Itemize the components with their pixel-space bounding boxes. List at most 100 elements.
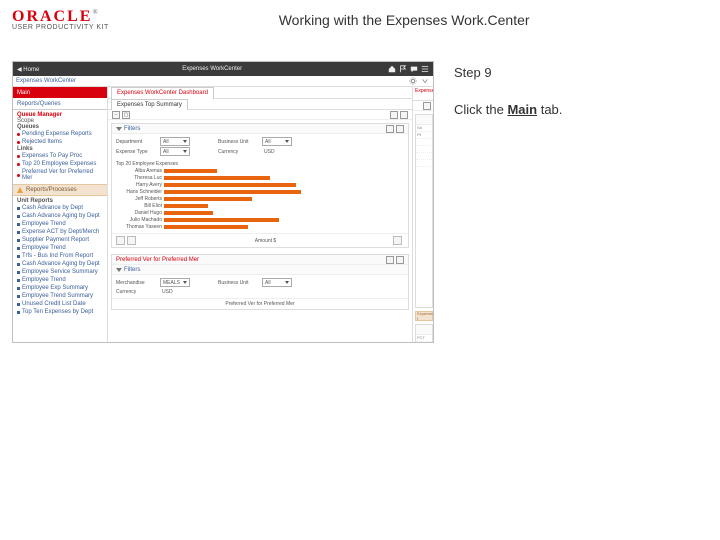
bullet-icon <box>17 155 20 158</box>
f-currency-label: Currency <box>218 149 258 155</box>
f-currency2-value: USD <box>160 288 188 295</box>
sidebar-item[interactable]: Supplier Payment Report <box>17 236 103 244</box>
f-bu2-label: Business Unit <box>218 280 258 286</box>
sidebar-item[interactable]: Rejected Items <box>17 138 103 146</box>
filters2-header[interactable]: Filters <box>112 265 408 275</box>
sidebar-item[interactable]: Expenses To Pay Proc <box>17 152 103 160</box>
f-exptype-select[interactable]: All <box>160 147 190 156</box>
f-merch-select[interactable]: MEALS <box>160 278 190 287</box>
chart-bar-row: Julio Machado <box>116 217 404 223</box>
sidebar-item-label: Unused Credit List Date <box>22 301 86 307</box>
sidebar-item[interactable]: Preferred Ver for Preferred Mer <box>17 168 103 182</box>
bullet-icon <box>17 263 20 266</box>
step-label: Step 9 <box>454 61 562 84</box>
top20-chart: Top 20 Employee Expenses Alba ArenasTher… <box>112 159 408 233</box>
dashboard-subtabs: Expenses Top Summary <box>108 99 412 110</box>
bullet-icon <box>17 133 20 136</box>
warning-icon <box>17 187 23 193</box>
sidebar-item-label: Employee Trend <box>22 221 66 227</box>
sidebar-item[interactable]: Cash Advance Aging by Dept <box>17 260 103 268</box>
f-bu-select[interactable]: All <box>262 137 292 146</box>
chart-bar-row: Daniel Hugo <box>116 210 404 216</box>
sidebar-item[interactable]: Pending Expense Reports <box>17 130 103 138</box>
panel-settings-icon[interactable] <box>386 125 394 133</box>
sidebar-item[interactable]: Cash Advance Aging by Dept <box>17 212 103 220</box>
sidebar-item-label: Top Ten Expenses by Dept <box>22 309 93 315</box>
chart-bar <box>164 204 208 208</box>
bullet-icon <box>17 239 20 242</box>
gear-icon[interactable] <box>409 77 417 85</box>
filters-header[interactable]: Filters <box>112 124 408 134</box>
table-icon[interactable] <box>127 236 136 245</box>
sidebar-item[interactable]: Unused Credit List Date <box>17 300 103 308</box>
filters-body: Department All Business Unit All Expense… <box>112 134 408 159</box>
home-icon[interactable] <box>388 65 396 73</box>
panel-expand-icon[interactable] <box>396 256 404 264</box>
panel2-footer: Preferred Ver for Preferred Mer <box>112 298 408 309</box>
sidebar-item-label: Employee Service Summary <box>22 269 98 275</box>
flag-icon[interactable] <box>399 65 407 73</box>
bullet-icon <box>17 247 20 250</box>
f-merch-value: MEALS <box>163 280 180 286</box>
tab-main[interactable]: Main <box>13 87 107 98</box>
sidebar-item-label: Top 20 Employee Expenses <box>22 161 96 167</box>
sidebar-item[interactable]: Cash Advance by Dept <box>17 204 103 212</box>
center-panel: Expenses WorkCenter Dashboard Expenses T… <box>108 87 412 343</box>
chart-category: Alba Arenas <box>116 168 164 174</box>
reports-processes-divider[interactable]: Reports/Processes <box>13 184 107 196</box>
rstrip-badge: Expenses t <box>415 311 433 321</box>
f-bu2-select[interactable]: All <box>262 278 292 287</box>
panel-expand-icon[interactable] <box>396 125 404 133</box>
sidebar-item-label: Expense ACT by Dept/Merch <box>22 229 99 235</box>
tab-dashboard[interactable]: Expenses WorkCenter Dashboard <box>111 87 214 99</box>
sidebar-item-label: Preferred Ver for Preferred Mer <box>22 169 103 181</box>
more-button[interactable] <box>400 111 408 119</box>
chevron-down-icon[interactable] <box>421 77 429 85</box>
chart-bar <box>164 176 270 180</box>
rstrip-gear-icon[interactable] <box>423 102 431 110</box>
chevron-down-icon <box>183 281 187 284</box>
menu-icon[interactable] <box>421 65 429 73</box>
tab-top-summary[interactable]: Expenses Top Summary <box>111 99 188 110</box>
chart-title: Top 20 Employee Expenses <box>116 161 404 167</box>
preferred-panel-label: Preferred Ver for Preferred Mer <box>116 257 199 263</box>
breadcrumb[interactable]: Expenses WorkCenter <box>16 78 76 84</box>
home-link[interactable]: ◀ Home <box>17 66 39 73</box>
sidebar-item[interactable]: Employee Exp Summary <box>17 284 103 292</box>
zoom-icon[interactable] <box>393 236 402 245</box>
sidebar-item[interactable]: Employee Trend Summary <box>17 292 103 300</box>
export-icon[interactable] <box>116 236 125 245</box>
expand-button[interactable]: ▢ <box>122 111 130 119</box>
panel-settings-icon[interactable] <box>386 256 394 264</box>
f-currency2-label: Currency <box>116 289 156 295</box>
oracle-subbrand: USER PRODUCTIVITY KIT <box>12 24 109 31</box>
rstrip-line <box>416 146 432 153</box>
f-bu-value: All <box>265 139 271 145</box>
collapse-button[interactable]: − <box>112 111 120 119</box>
sidebar-item[interactable]: Employee Trend <box>17 244 103 252</box>
bullet-icon <box>17 223 20 226</box>
sidebar-item[interactable]: Trfs - Bus Ind From Report <box>17 252 103 260</box>
collapse-icon <box>116 127 122 131</box>
chart-bar-row: Harry Avery <box>116 182 404 188</box>
tab-reports[interactable]: Reports/Queries <box>13 98 107 110</box>
f-department-select[interactable]: All <box>160 137 190 146</box>
top20-panel: Filters Department All Business Unit All <box>111 123 409 248</box>
sidebar-item[interactable]: Employee Trend <box>17 220 103 228</box>
right-strip: Expense SaFil Expenses t PCT <box>412 87 433 343</box>
chart-category: Hans Schneider <box>116 189 164 195</box>
f-exptype-label: Expense Type <box>116 149 156 155</box>
sidebar-item[interactable]: Top 20 Employee Expenses <box>17 160 103 168</box>
sidebar-item[interactable]: Expense ACT by Dept/Merch <box>17 228 103 236</box>
chat-icon[interactable] <box>410 65 418 73</box>
chart-category: Thomas Yaseen <box>116 224 164 230</box>
rstrip-pct: PCT <box>416 335 432 342</box>
sidebar-item[interactable]: Employee Trend <box>17 276 103 284</box>
settings-button[interactable] <box>390 111 398 119</box>
bullet-icon <box>17 279 20 282</box>
sidebar-item[interactable]: Employee Service Summary <box>17 268 103 276</box>
chart-category: Theresa Luc <box>116 175 164 181</box>
toolbar: − ▢ <box>108 110 412 120</box>
sidebar-item[interactable]: Top Ten Expenses by Dept <box>17 308 103 316</box>
f-currency-value: USD <box>262 148 290 155</box>
